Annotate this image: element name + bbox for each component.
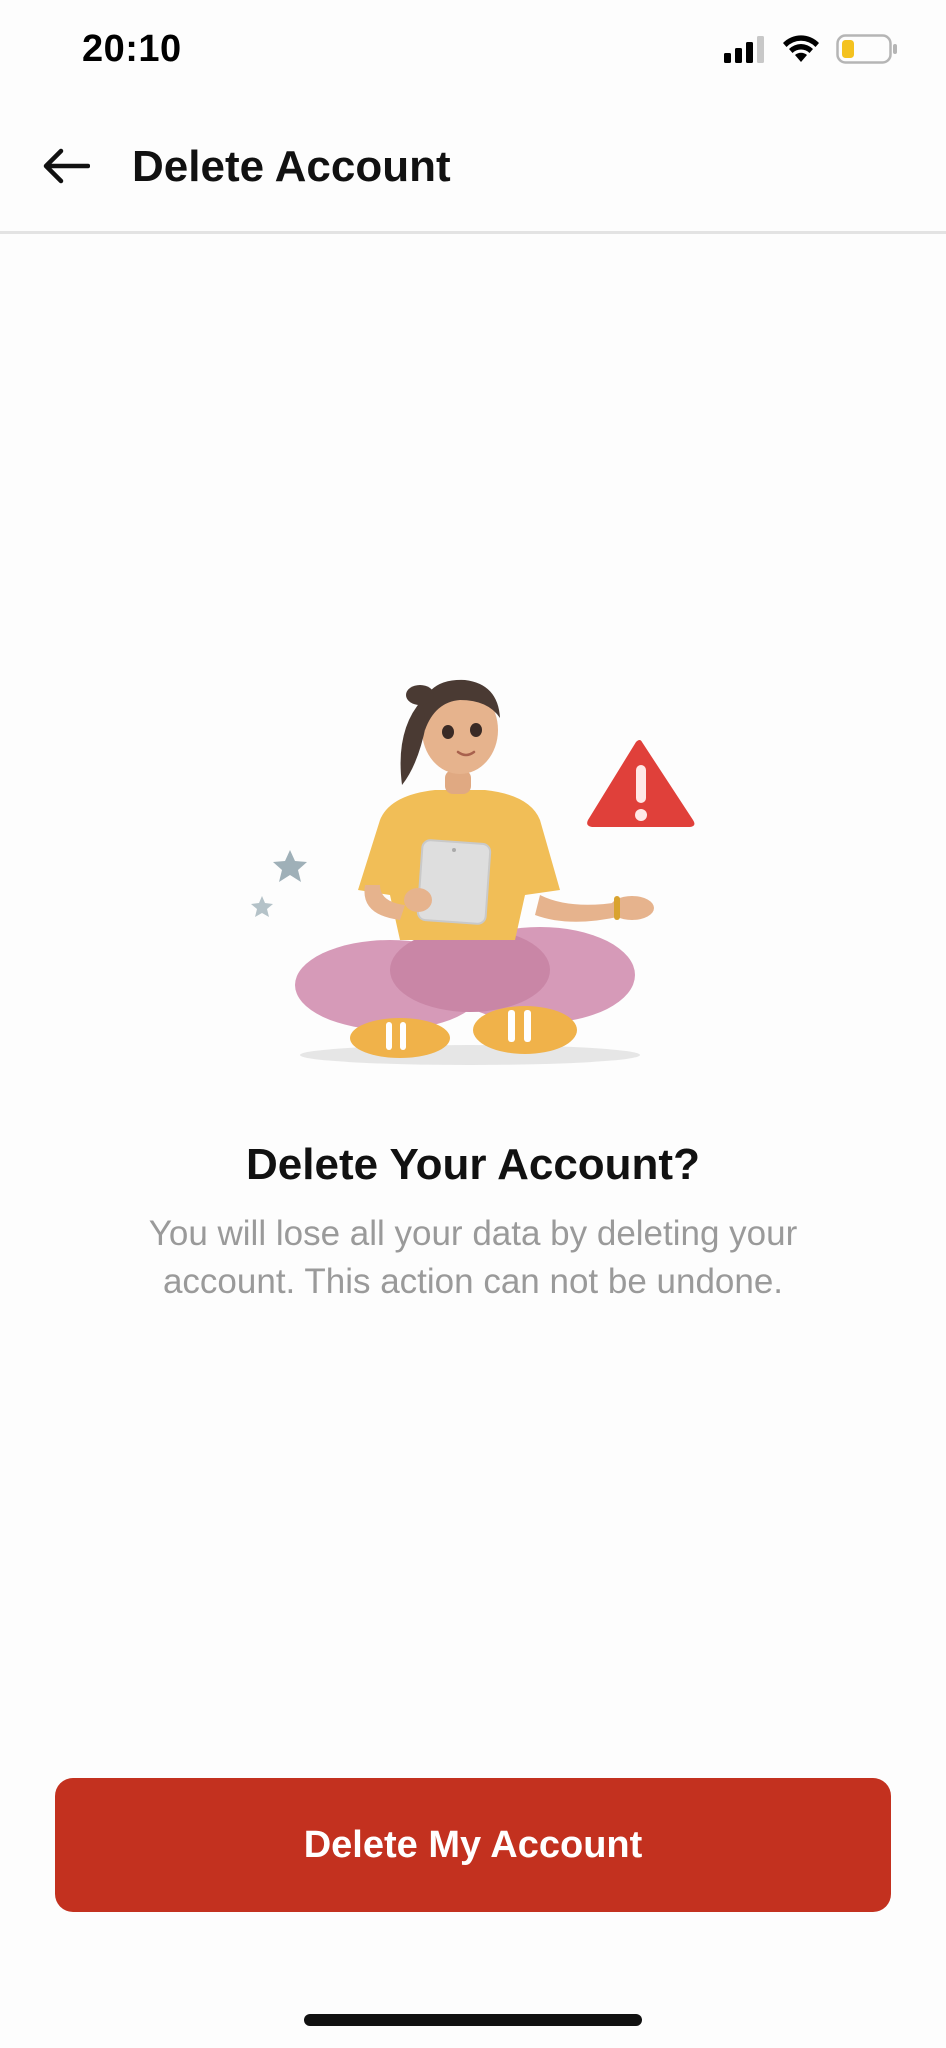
star-icon [251,896,273,917]
wifi-icon [782,35,820,68]
dialog-headline: Delete Your Account? [246,1140,700,1189]
home-indicator [304,2014,642,2026]
app-header: Delete Account [0,100,946,234]
status-time: 20:10 [82,28,182,70]
person-with-tablet-and-warning-icon [240,670,710,1070]
delete-my-account-button[interactable]: Delete My Account [55,1778,891,1912]
page-title: Delete Account [132,142,451,191]
star-icon [273,850,307,882]
battery-low-icon [836,34,898,69]
dialog-description: You will lose all your data by deleting … [148,1214,798,1301]
arrow-left-icon [42,148,91,189]
status-icons [724,34,898,69]
cellular-signal-icon [724,35,766,68]
back-button[interactable] [36,138,96,198]
status-bar: 20:10 [0,0,946,100]
